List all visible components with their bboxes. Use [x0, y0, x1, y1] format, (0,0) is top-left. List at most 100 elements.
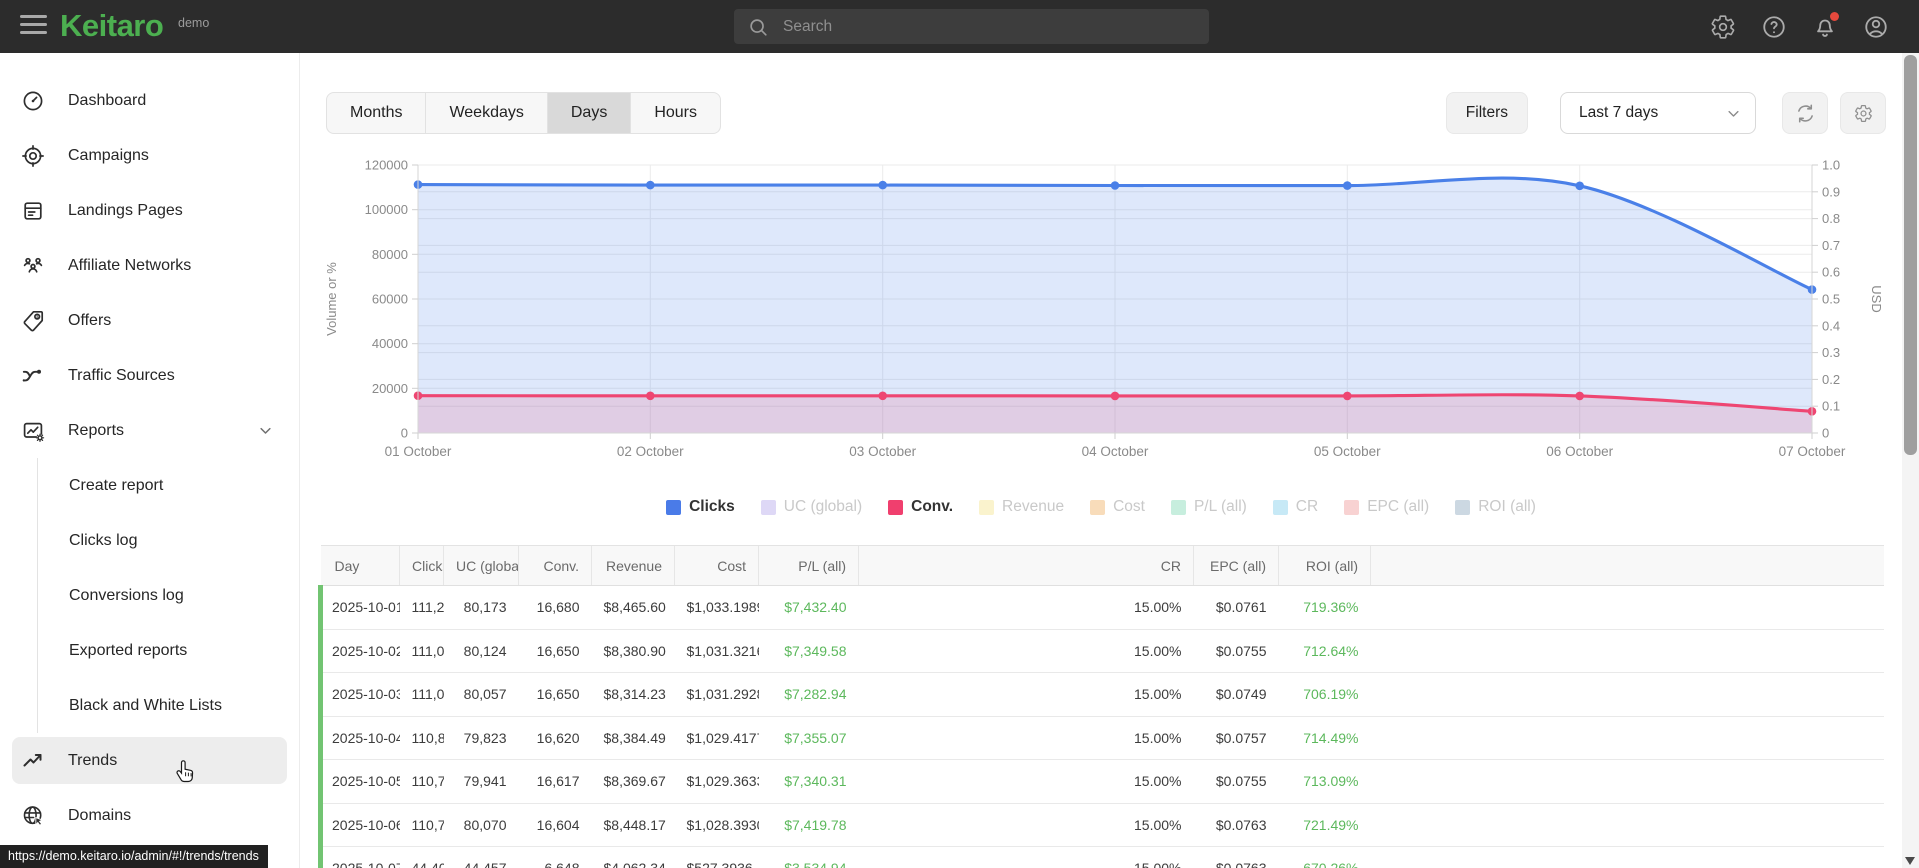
table-cell: 16,650 — [518, 629, 592, 673]
column-header-day[interactable]: Day — [320, 545, 400, 586]
table-cell: 714.49% — [1278, 716, 1371, 760]
column-header-epc-all[interactable]: EPC (all) — [1193, 545, 1279, 586]
legend-label: Cost — [1113, 498, 1145, 515]
svg-text:60000: 60000 — [372, 292, 408, 307]
notifications-bell-icon[interactable] — [1812, 11, 1839, 40]
chevron-down-icon — [1728, 110, 1739, 117]
table-cell: 15.00% — [858, 585, 1194, 630]
sidebar-item-label: Dashboard — [68, 91, 147, 109]
legend-item-revenue[interactable]: Revenue — [979, 498, 1064, 516]
legend-item-cr[interactable]: CR — [1272, 498, 1319, 516]
date-range-select[interactable]: Last 7 days — [1560, 92, 1756, 134]
legend-item-p-l-all[interactable]: P/L (all) — [1170, 498, 1247, 516]
sidebar-item-campaigns[interactable]: Campaigns — [0, 128, 299, 183]
table-cell: $1,031.3216 — [674, 629, 759, 673]
table-cell: $7,355.07 — [758, 716, 859, 760]
table-cell: $1,033.1989 — [674, 585, 759, 630]
keitaro-app: Keitaro demo Dashboard — [0, 0, 1919, 868]
filters-button[interactable]: Filters — [1445, 92, 1528, 134]
svg-text:02 October: 02 October — [617, 444, 684, 459]
table-cell: 80,070 — [443, 803, 519, 847]
svg-text:05 October: 05 October — [1314, 444, 1381, 459]
sidebar-item-affiliate-networks[interactable]: Affiliate Networks — [0, 238, 299, 293]
sidebar-item-exported-reports[interactable]: Exported reports — [38, 623, 299, 678]
sidebar-item-trends[interactable]: Trends — [12, 737, 287, 784]
tab-hours[interactable]: Hours — [630, 93, 720, 133]
table-cell: 44,40 — [399, 846, 444, 868]
sidebar-item-landings-pages[interactable]: Landings Pages — [0, 183, 299, 238]
table-body: 2025-10-01111,2180,17316,680$8,465.60$1,… — [318, 585, 1884, 868]
legend-item-epc-all[interactable]: EPC (all) — [1344, 498, 1429, 516]
legend-item-cost[interactable]: Cost — [1090, 498, 1145, 516]
legend-item-conv[interactable]: Conv. — [888, 498, 953, 516]
table-cell-filler — [1370, 672, 1884, 717]
settings-gear-icon[interactable] — [1710, 14, 1736, 40]
scrollbar-thumb[interactable] — [1904, 55, 1917, 455]
legend-label: EPC (all) — [1367, 498, 1430, 515]
legend-item-roi-all[interactable]: ROI (all) — [1455, 498, 1536, 516]
column-header-uc-global[interactable]: UC (global) — [443, 545, 519, 586]
table-cell-filler — [1370, 846, 1884, 868]
sidebar-item-black-and-white-lists[interactable]: Black and White Lists — [38, 678, 299, 733]
chart-settings-button[interactable] — [1840, 92, 1886, 134]
table-cell: $0.0763 — [1193, 803, 1279, 847]
table-cell: 16,650 — [518, 672, 592, 717]
tab-days[interactable]: Days — [546, 93, 631, 133]
campaigns-icon — [21, 144, 45, 168]
column-header-conv[interactable]: Conv. — [518, 545, 592, 586]
column-header-clicks[interactable]: Clicks — [399, 545, 444, 586]
table-cell-filler — [1370, 803, 1884, 847]
search-input[interactable] — [781, 16, 1165, 37]
table-cell-filler — [1370, 629, 1884, 673]
svg-text:Volume or %: Volume or % — [324, 262, 339, 336]
table-cell: 713.09% — [1278, 759, 1371, 804]
refresh-button[interactable] — [1782, 92, 1828, 134]
trends-table-wrap: Day Clicks UC (global) Conv. Revenue Cos… — [318, 545, 1884, 868]
table-cell: 2025-10-07 — [318, 846, 400, 868]
legend-item-clicks[interactable]: Clicks — [666, 498, 735, 516]
hamburger-menu-icon[interactable] — [20, 15, 47, 38]
tab-weekdays[interactable]: Weekdays — [425, 93, 546, 133]
table-row: 2025-10-06110,7080,07016,604$8,448.17$1,… — [318, 803, 1884, 847]
sidebar-item-offers[interactable]: $ Offers — [0, 293, 299, 348]
status-url-tooltip: https://demo.keitaro.io/admin/#!/trends/… — [0, 845, 268, 868]
table-cell: 712.64% — [1278, 629, 1371, 673]
table-cell: 16,617 — [518, 759, 592, 804]
table-row: 2025-10-04110,8079,82316,620$8,384.49$1,… — [318, 716, 1884, 760]
legend-label: CR — [1295, 498, 1319, 515]
table-row: 2025-10-03111,0080,05716,650$8,314.23$1,… — [318, 672, 1884, 717]
dashboard-icon — [21, 89, 45, 113]
legend-label: Revenue — [1002, 498, 1065, 515]
search-box[interactable] — [734, 9, 1209, 44]
scrollbar-down-arrow[interactable] — [1905, 857, 1915, 865]
sidebar-item-conversions-log[interactable]: Conversions log — [38, 568, 299, 623]
app-logo[interactable]: Keitaro — [60, 8, 164, 44]
column-header-cost[interactable]: Cost — [674, 545, 759, 586]
column-header-pl-all[interactable]: P/L (all) — [758, 545, 859, 586]
table-row: 2025-10-0744,4044,4576,648$4,062.34$527.… — [318, 846, 1884, 868]
column-header-roi-all[interactable]: ROI (all) — [1278, 545, 1371, 586]
sidebar-item-reports[interactable]: Reports — [0, 403, 299, 458]
sidebar-item-traffic-sources[interactable]: Traffic Sources — [0, 348, 299, 403]
sidebar-item-dashboard[interactable]: Dashboard — [0, 73, 299, 128]
table-cell-filler — [1370, 716, 1884, 760]
sidebar-item-clicks-log[interactable]: Clicks log — [38, 513, 299, 568]
topbar: Keitaro demo — [0, 0, 1919, 53]
chevron-down-icon — [258, 423, 273, 443]
svg-text:04 October: 04 October — [1082, 444, 1149, 459]
chart-legend: Clicks UC (global) Conv. Revenue Cost P/L (al… — [300, 490, 1902, 524]
vertical-scrollbar[interactable] — [1902, 53, 1919, 868]
svg-text:0: 0 — [1822, 426, 1829, 441]
column-header-cr[interactable]: CR — [858, 545, 1194, 586]
column-header-revenue[interactable]: Revenue — [591, 545, 675, 586]
user-account-icon[interactable] — [1863, 14, 1889, 40]
table-cell: 15.00% — [858, 846, 1194, 868]
sidebar-item-domains[interactable]: Domains — [0, 788, 299, 843]
domains-icon — [21, 804, 45, 828]
sidebar-item-create-report[interactable]: Create report — [38, 458, 299, 513]
svg-text:80000: 80000 — [372, 247, 408, 262]
svg-text:0.6: 0.6 — [1822, 265, 1840, 280]
legend-item-uc-global[interactable]: UC (global) — [760, 498, 862, 516]
tab-months[interactable]: Months — [327, 93, 425, 133]
help-icon[interactable] — [1761, 14, 1787, 40]
